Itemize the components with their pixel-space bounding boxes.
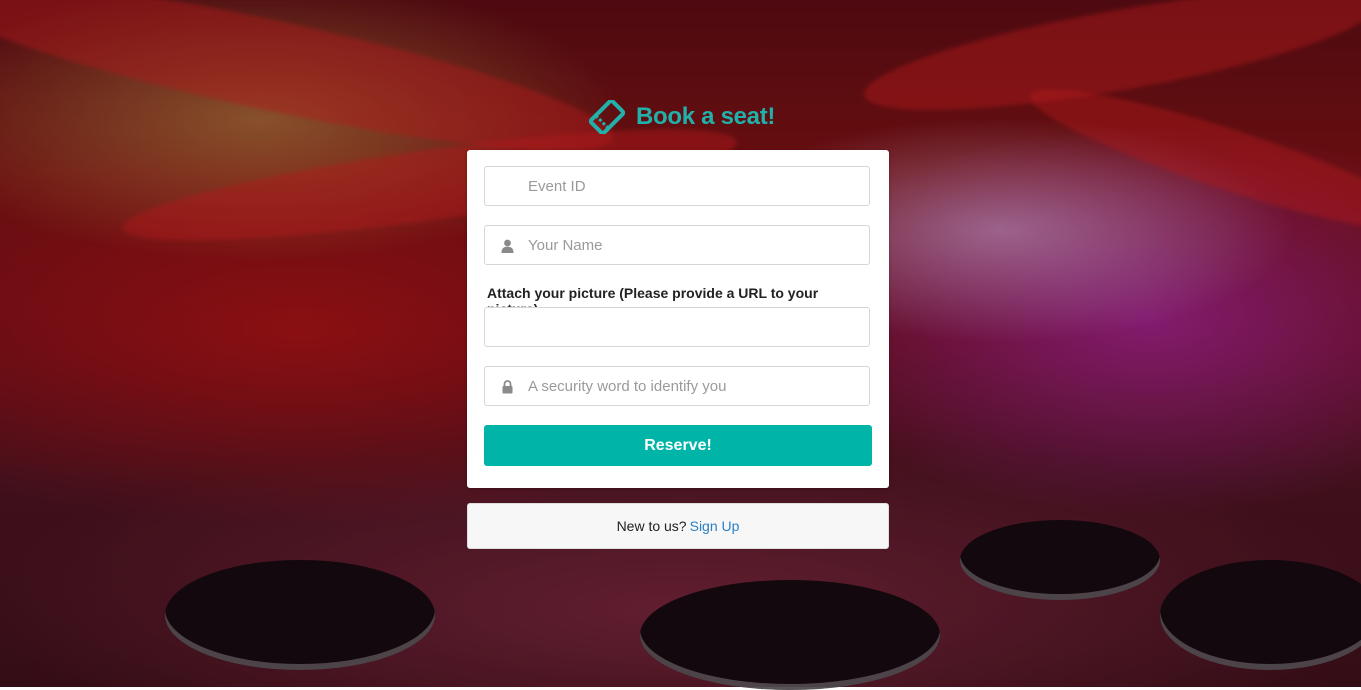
name-field bbox=[484, 225, 870, 265]
ticket-icon bbox=[588, 100, 626, 134]
event-id-input[interactable] bbox=[485, 167, 869, 205]
picture-url-field bbox=[484, 307, 870, 347]
security-word-input[interactable] bbox=[485, 367, 869, 405]
brand-title: Book a seat! bbox=[636, 103, 776, 130]
event-id-field bbox=[484, 166, 870, 206]
brand-header: Book a seat! bbox=[588, 100, 775, 134]
security-word-field bbox=[484, 366, 870, 406]
name-input[interactable] bbox=[485, 226, 869, 264]
reserve-button[interactable]: Reserve! bbox=[484, 425, 872, 466]
sign-up-link[interactable]: Sign Up bbox=[690, 518, 740, 534]
reservation-form: Attach your picture (Please provide a UR… bbox=[467, 150, 889, 488]
picture-url-input[interactable] bbox=[485, 308, 869, 346]
signup-panel: New to us? Sign Up bbox=[467, 503, 889, 549]
signup-prompt: New to us? bbox=[616, 518, 687, 534]
